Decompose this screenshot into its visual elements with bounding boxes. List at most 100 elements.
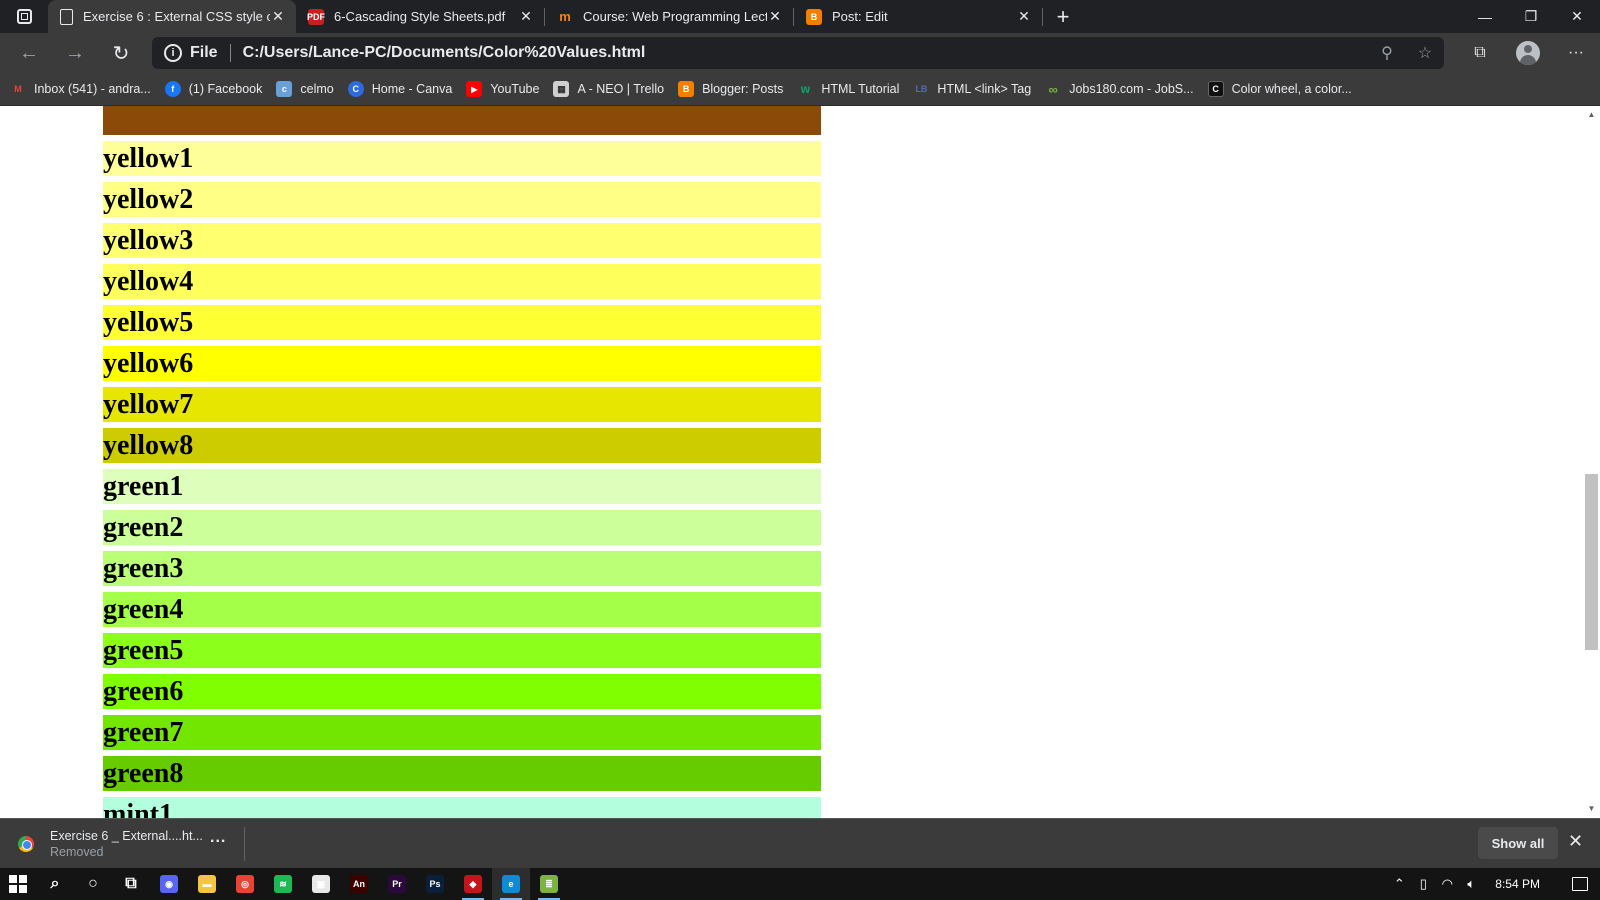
close-tab-icon[interactable]: ✕ — [1016, 8, 1032, 25]
profile-button[interactable] — [1504, 41, 1552, 65]
download-filename: Exercise 6 _ External....ht... — [50, 829, 203, 843]
bookmark-blogger[interactable]: B Blogger: Posts — [678, 81, 783, 97]
refresh-icon: ↻ — [112, 42, 130, 65]
color-name: green7 — [103, 717, 184, 748]
color-name: yellow3 — [103, 225, 194, 256]
close-tab-icon[interactable]: ✕ — [270, 8, 286, 25]
bookmark-celmo[interactable]: c celmo — [276, 81, 334, 97]
tab-post-edit[interactable]: B Post: Edit ✕ — [794, 0, 1042, 33]
device-icon[interactable]: ▯ — [1411, 876, 1435, 892]
color-swatch-row: green6 — [103, 674, 821, 709]
tab-exercise-6[interactable]: Exercise 6 : External CSS style of ✕ — [48, 0, 296, 33]
color-name: green5 — [103, 635, 184, 666]
taskbar-edge-button[interactable]: e — [492, 868, 530, 900]
download-status: Removed — [50, 845, 104, 859]
color-name: yellow5 — [103, 307, 194, 338]
add-favorite-icon[interactable]: ☆ — [1406, 43, 1444, 63]
taskbar-photoshop-button[interactable]: Ps — [416, 868, 454, 900]
download-item[interactable]: Exercise 6 _ External....ht... Removed — [18, 825, 203, 863]
color-swatch-row: green2 — [103, 510, 821, 545]
bookmark-label: Jobs180.com - JobS... — [1069, 82, 1194, 96]
taskbar-animate-button[interactable]: An — [340, 868, 378, 900]
url-scheme: File — [190, 44, 218, 61]
divider — [229, 44, 231, 62]
start-button[interactable] — [0, 868, 36, 900]
divider — [244, 827, 245, 861]
taskbar-chrome-button[interactable]: ◎ — [226, 868, 264, 900]
bookmark-label: Inbox (541) - andra... — [34, 82, 151, 96]
color-name: green3 — [103, 553, 184, 584]
color-swatch-row: green1 — [103, 469, 821, 504]
bookmark-facebook[interactable]: f (1) Facebook — [164, 81, 262, 97]
color-swatch-row: mint1 — [103, 797, 821, 818]
taskbar-cortana-button[interactable]: ○ — [74, 868, 112, 900]
chevron-up-icon[interactable]: ⌃ — [1387, 876, 1411, 892]
collections-button[interactable]: ⧉ — [1456, 44, 1504, 62]
bookmark-canva[interactable]: C Home - Canva — [347, 81, 452, 97]
bookmark-label: HTML <link> Tag — [937, 82, 1032, 96]
bookmark-html-tutorial[interactable]: w HTML Tutorial — [797, 81, 900, 97]
taskbar-store-button[interactable]: ▣ — [302, 868, 340, 900]
restore-button[interactable]: ❐ — [1508, 0, 1554, 33]
wifi-icon[interactable]: ◠ — [1435, 876, 1459, 892]
tab-css-pdf[interactable]: PDF 6-Cascading Style Sheets.pdf ✕ — [296, 0, 544, 33]
volume-icon[interactable]: 🔈︎ — [1459, 876, 1483, 892]
avatar — [1516, 41, 1540, 65]
scroll-down-icon[interactable]: ▼ — [1583, 802, 1600, 816]
new-tab-button[interactable]: + — [1043, 0, 1083, 33]
tutorialrepublic-icon: LB — [915, 84, 928, 94]
show-all-button[interactable]: Show all — [1478, 827, 1558, 859]
taskbar-discord-button[interactable]: ◉ — [150, 868, 188, 900]
close-tab-icon[interactable]: ✕ — [767, 8, 783, 25]
chrome-icon: ◎ — [236, 875, 254, 893]
address-bar[interactable]: i File C:/Users/Lance-PC/Documents/Color… — [152, 37, 1444, 69]
taskbar-game-button[interactable]: ◆ — [454, 868, 492, 900]
taskbar-notepad-button[interactable]: ≣ — [530, 868, 568, 900]
url-text[interactable]: C:/Users/Lance-PC/Documents/Color%20Valu… — [243, 44, 1368, 62]
close-tab-icon[interactable]: ✕ — [518, 8, 534, 25]
color-name: green2 — [103, 512, 184, 543]
close-window-button[interactable]: ✕ — [1554, 0, 1600, 33]
discord-icon: ◉ — [160, 875, 178, 893]
taskbar-spotify-button[interactable]: ≋ — [264, 868, 302, 900]
vertical-scrollbar[interactable]: ▲ ▼ — [1583, 106, 1600, 818]
color-name: yellow8 — [103, 430, 194, 461]
tab-course[interactable]: m Course: Web Programming Lectu ✕ — [545, 0, 793, 33]
taskbar-file-explorer-button[interactable]: ▬ — [188, 868, 226, 900]
forward-button[interactable]: → — [52, 33, 98, 73]
notification-button[interactable] — [1560, 868, 1600, 900]
pdf-icon: PDF — [307, 8, 325, 25]
windows-icon — [9, 875, 27, 893]
color-swatch-row: yellow7 — [103, 387, 821, 422]
system-tray: ⌃ ▯ ◠ 🔈︎ 8:54 PM — [1387, 868, 1600, 900]
bookmark-jobs180[interactable]: ∞ Jobs180.com - JobS... — [1045, 81, 1194, 97]
clock[interactable]: 8:54 PM — [1495, 877, 1540, 891]
taskbar-premiere-button[interactable]: Pr — [378, 868, 416, 900]
tab-actions-button[interactable] — [0, 0, 48, 33]
blogger-icon: B — [678, 81, 695, 97]
scroll-up-icon[interactable]: ▲ — [1583, 108, 1600, 122]
taskbar-search-button[interactable]: ⌕ — [36, 868, 74, 900]
scrollbar-thumb[interactable] — [1585, 474, 1598, 650]
settings-menu-button[interactable]: ··· — [1552, 44, 1600, 62]
bookmark-youtube[interactable]: ▶ YouTube — [466, 81, 539, 97]
info-icon[interactable]: i — [164, 44, 182, 62]
minimize-button[interactable]: — — [1462, 0, 1508, 33]
tab-title: 6-Cascading Style Sheets.pdf — [334, 9, 506, 24]
taskbar-task-view-button[interactable]: ⧉ — [112, 868, 150, 900]
bookmark-label: HTML Tutorial — [821, 82, 900, 96]
color-swatch-row — [103, 106, 821, 135]
bookmark-gmail[interactable]: M Inbox (541) - andra... — [10, 81, 151, 97]
page-viewport: yellow1 yellow2 yellow3 yellow4 yellow5 yello… — [0, 106, 1583, 818]
bookmark-trello[interactable]: ▦ A - NEO | Trello — [553, 81, 664, 97]
color-name: green6 — [103, 676, 184, 707]
back-button[interactable]: ← — [6, 33, 52, 73]
color-name: yellow6 — [103, 348, 194, 379]
bookmark-label: celmo — [300, 82, 334, 96]
bookmark-color-wheel[interactable]: C Color wheel, a color... — [1207, 81, 1352, 97]
download-more-icon[interactable]: ... — [210, 829, 226, 847]
close-shelf-icon[interactable]: ✕ — [1568, 831, 1583, 852]
zoom-icon[interactable]: ⚲ — [1368, 43, 1406, 63]
bookmark-html-link-tag[interactable]: LB HTML <link> Tag — [913, 81, 1031, 97]
refresh-button[interactable]: ↻ — [98, 33, 144, 73]
